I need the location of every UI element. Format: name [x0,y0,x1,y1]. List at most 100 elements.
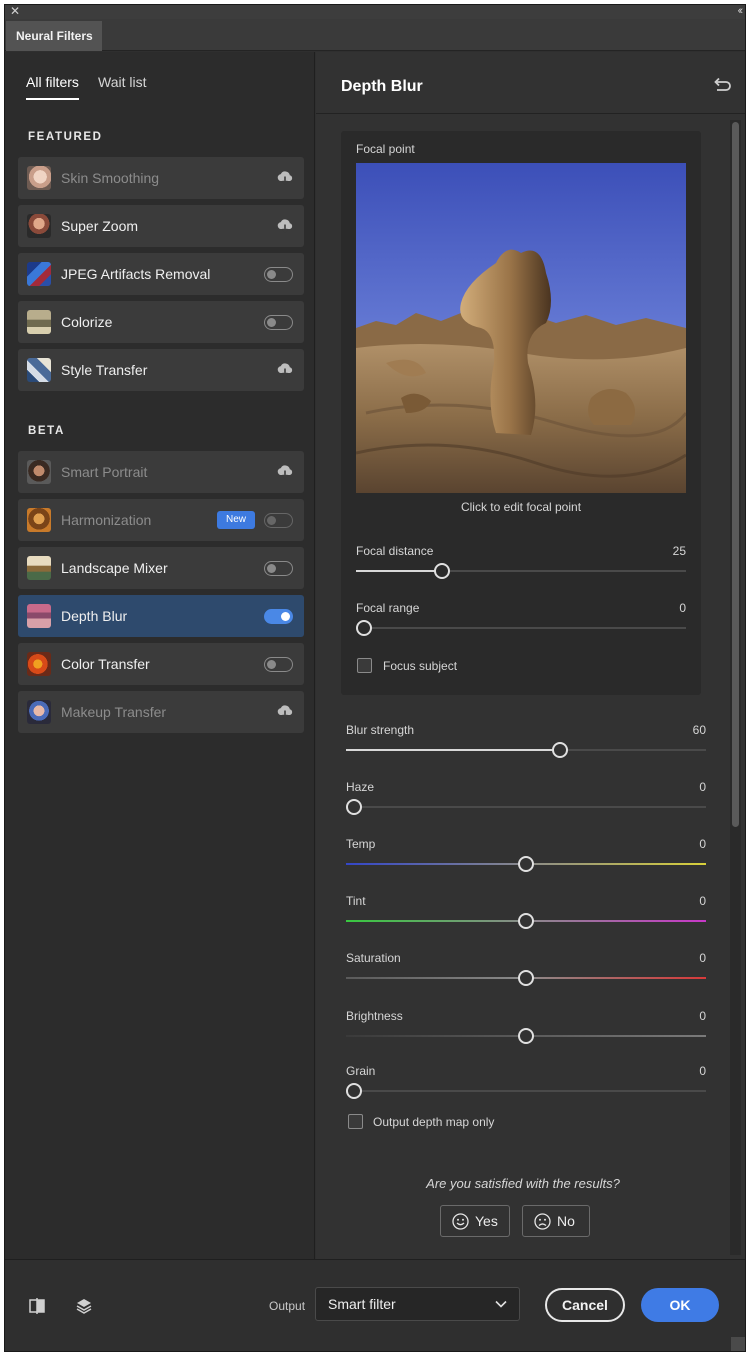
smart-portrait-thumbnail [27,460,51,484]
haze-slider[interactable] [346,799,706,815]
filter-item-jpeg-artifacts-removal[interactable]: JPEG Artifacts Removal [18,253,304,295]
panel-title: Depth Blur [341,78,423,95]
focus-subject-checkbox[interactable] [357,658,372,673]
slider-knob[interactable] [518,913,534,929]
slider-knob[interactable] [346,1083,362,1099]
filter-name: Style Transfer [61,362,148,378]
output-select[interactable]: Smart filter [315,1287,520,1321]
slider-knob[interactable] [518,856,534,872]
filter-toggle[interactable] [264,513,293,528]
filter-toggle[interactable] [264,267,293,282]
filter-item-harmonization[interactable]: Harmonization New [18,499,304,541]
output-depth-map-label: Output depth map only [373,1115,495,1129]
panel-tab-strip: Neural Filters [5,19,745,51]
compare-view-icon[interactable] [27,1296,47,1316]
focal-range-slider[interactable] [356,620,686,636]
filter-name: Depth Blur [61,608,128,624]
tab-all-filters[interactable]: All filters [26,74,79,100]
cloud-download-icon[interactable] [276,170,294,186]
temp-value: 0 [699,837,706,851]
slider-knob[interactable] [552,742,569,758]
style-transfer-thumbnail [27,358,51,382]
settings-header: Depth Blur [316,52,745,114]
ok-button[interactable]: OK [641,1288,719,1322]
settings-scrollbar[interactable] [730,120,741,1255]
filter-name: Harmonization [61,512,152,528]
skin-smoothing-thumbnail [27,166,51,190]
jpeg-artifacts-thumbnail [27,262,51,286]
resize-grip[interactable] [731,1337,745,1351]
close-icon[interactable]: ✕ [10,5,20,18]
scrollbar-thumb[interactable] [732,122,739,827]
title-bar: ✕ ‹‹ [5,5,745,19]
temp-slider[interactable] [346,856,706,872]
haze-value: 0 [699,780,706,794]
saturation-value: 0 [699,951,706,965]
saturation-label: Saturation [346,951,401,965]
tab-neural-filters[interactable]: Neural Filters [6,21,102,51]
slider-knob[interactable] [518,1028,534,1044]
tint-value: 0 [699,894,706,908]
reset-icon[interactable] [711,74,733,96]
filter-item-color-transfer[interactable]: Color Transfer [18,643,304,685]
cloud-download-icon[interactable] [276,218,294,234]
filter-item-makeup-transfer[interactable]: Makeup Transfer [18,691,304,733]
slider-knob[interactable] [356,620,372,636]
slider-knob[interactable] [518,970,534,986]
slider-knob[interactable] [433,563,450,579]
brightness-slider[interactable] [346,1028,706,1044]
feedback-no-button[interactable]: No [522,1205,590,1237]
neural-filters-window: ✕ ‹‹ Neural Filters All filters Wait lis… [4,4,746,1352]
saturation-slider[interactable] [346,970,706,986]
filter-name: Makeup Transfer [61,704,167,720]
filter-item-skin-smoothing[interactable]: Skin Smoothing [18,157,304,199]
tint-slider[interactable] [346,913,706,929]
tab-wait-list[interactable]: Wait list [98,74,146,90]
filter-item-landscape-mixer[interactable]: Landscape Mixer [18,547,304,589]
filter-toggle[interactable] [264,561,293,576]
section-featured: FEATURED [28,131,103,143]
filter-item-style-transfer[interactable]: Style Transfer [18,349,304,391]
collapse-icon[interactable]: ‹‹ [738,5,744,18]
output-select-value: Smart filter [328,1296,396,1312]
filter-item-super-zoom[interactable]: Super Zoom [18,205,304,247]
focal-distance-label: Focal distance [356,544,434,558]
yes-label: Yes [475,1213,498,1229]
focal-point-label: Focal point [356,142,415,156]
filter-item-smart-portrait[interactable]: Smart Portrait [18,451,304,493]
cancel-button[interactable]: Cancel [545,1288,625,1322]
focal-point-caption: Click to edit focal point [460,500,582,514]
layers-icon[interactable] [74,1296,94,1316]
output-depth-map-checkbox[interactable] [348,1114,363,1129]
filter-toggle[interactable] [264,315,293,330]
new-badge: New [217,511,255,529]
focal-range-value: 0 [679,601,686,615]
slider-knob[interactable] [346,799,362,815]
grain-slider[interactable] [346,1083,706,1099]
cloud-download-icon[interactable] [276,464,294,480]
filter-item-colorize[interactable]: Colorize [18,301,304,343]
filter-name: Colorize [61,314,113,330]
focal-range-label: Focal range [356,601,420,615]
grain-label: Grain [346,1064,376,1078]
filter-name: Landscape Mixer [61,560,168,576]
feedback-yes-button[interactable]: Yes [440,1205,510,1237]
filter-toggle[interactable] [264,609,293,624]
filter-name: Smart Portrait [61,464,148,480]
no-label: No [557,1213,575,1229]
cloud-download-icon[interactable] [276,704,294,720]
smile-icon [452,1213,469,1230]
filter-item-depth-blur[interactable]: Depth Blur [18,595,304,637]
focal-point-preview-image[interactable] [356,163,686,493]
cloud-download-icon[interactable] [276,362,294,378]
filter-name: JPEG Artifacts Removal [61,266,211,282]
section-beta: BETA [28,425,65,437]
filter-toggle[interactable] [264,657,293,672]
blur-slider[interactable] [346,742,706,758]
focal-distance-slider[interactable] [356,563,686,579]
super-zoom-thumbnail [27,214,51,238]
focal-point-group: Focal point Click to edit focal point Fo… [341,131,701,695]
focal-distance-value: 25 [672,544,686,558]
tint-label: Tint [346,894,366,908]
haze-label: Haze [346,780,375,794]
